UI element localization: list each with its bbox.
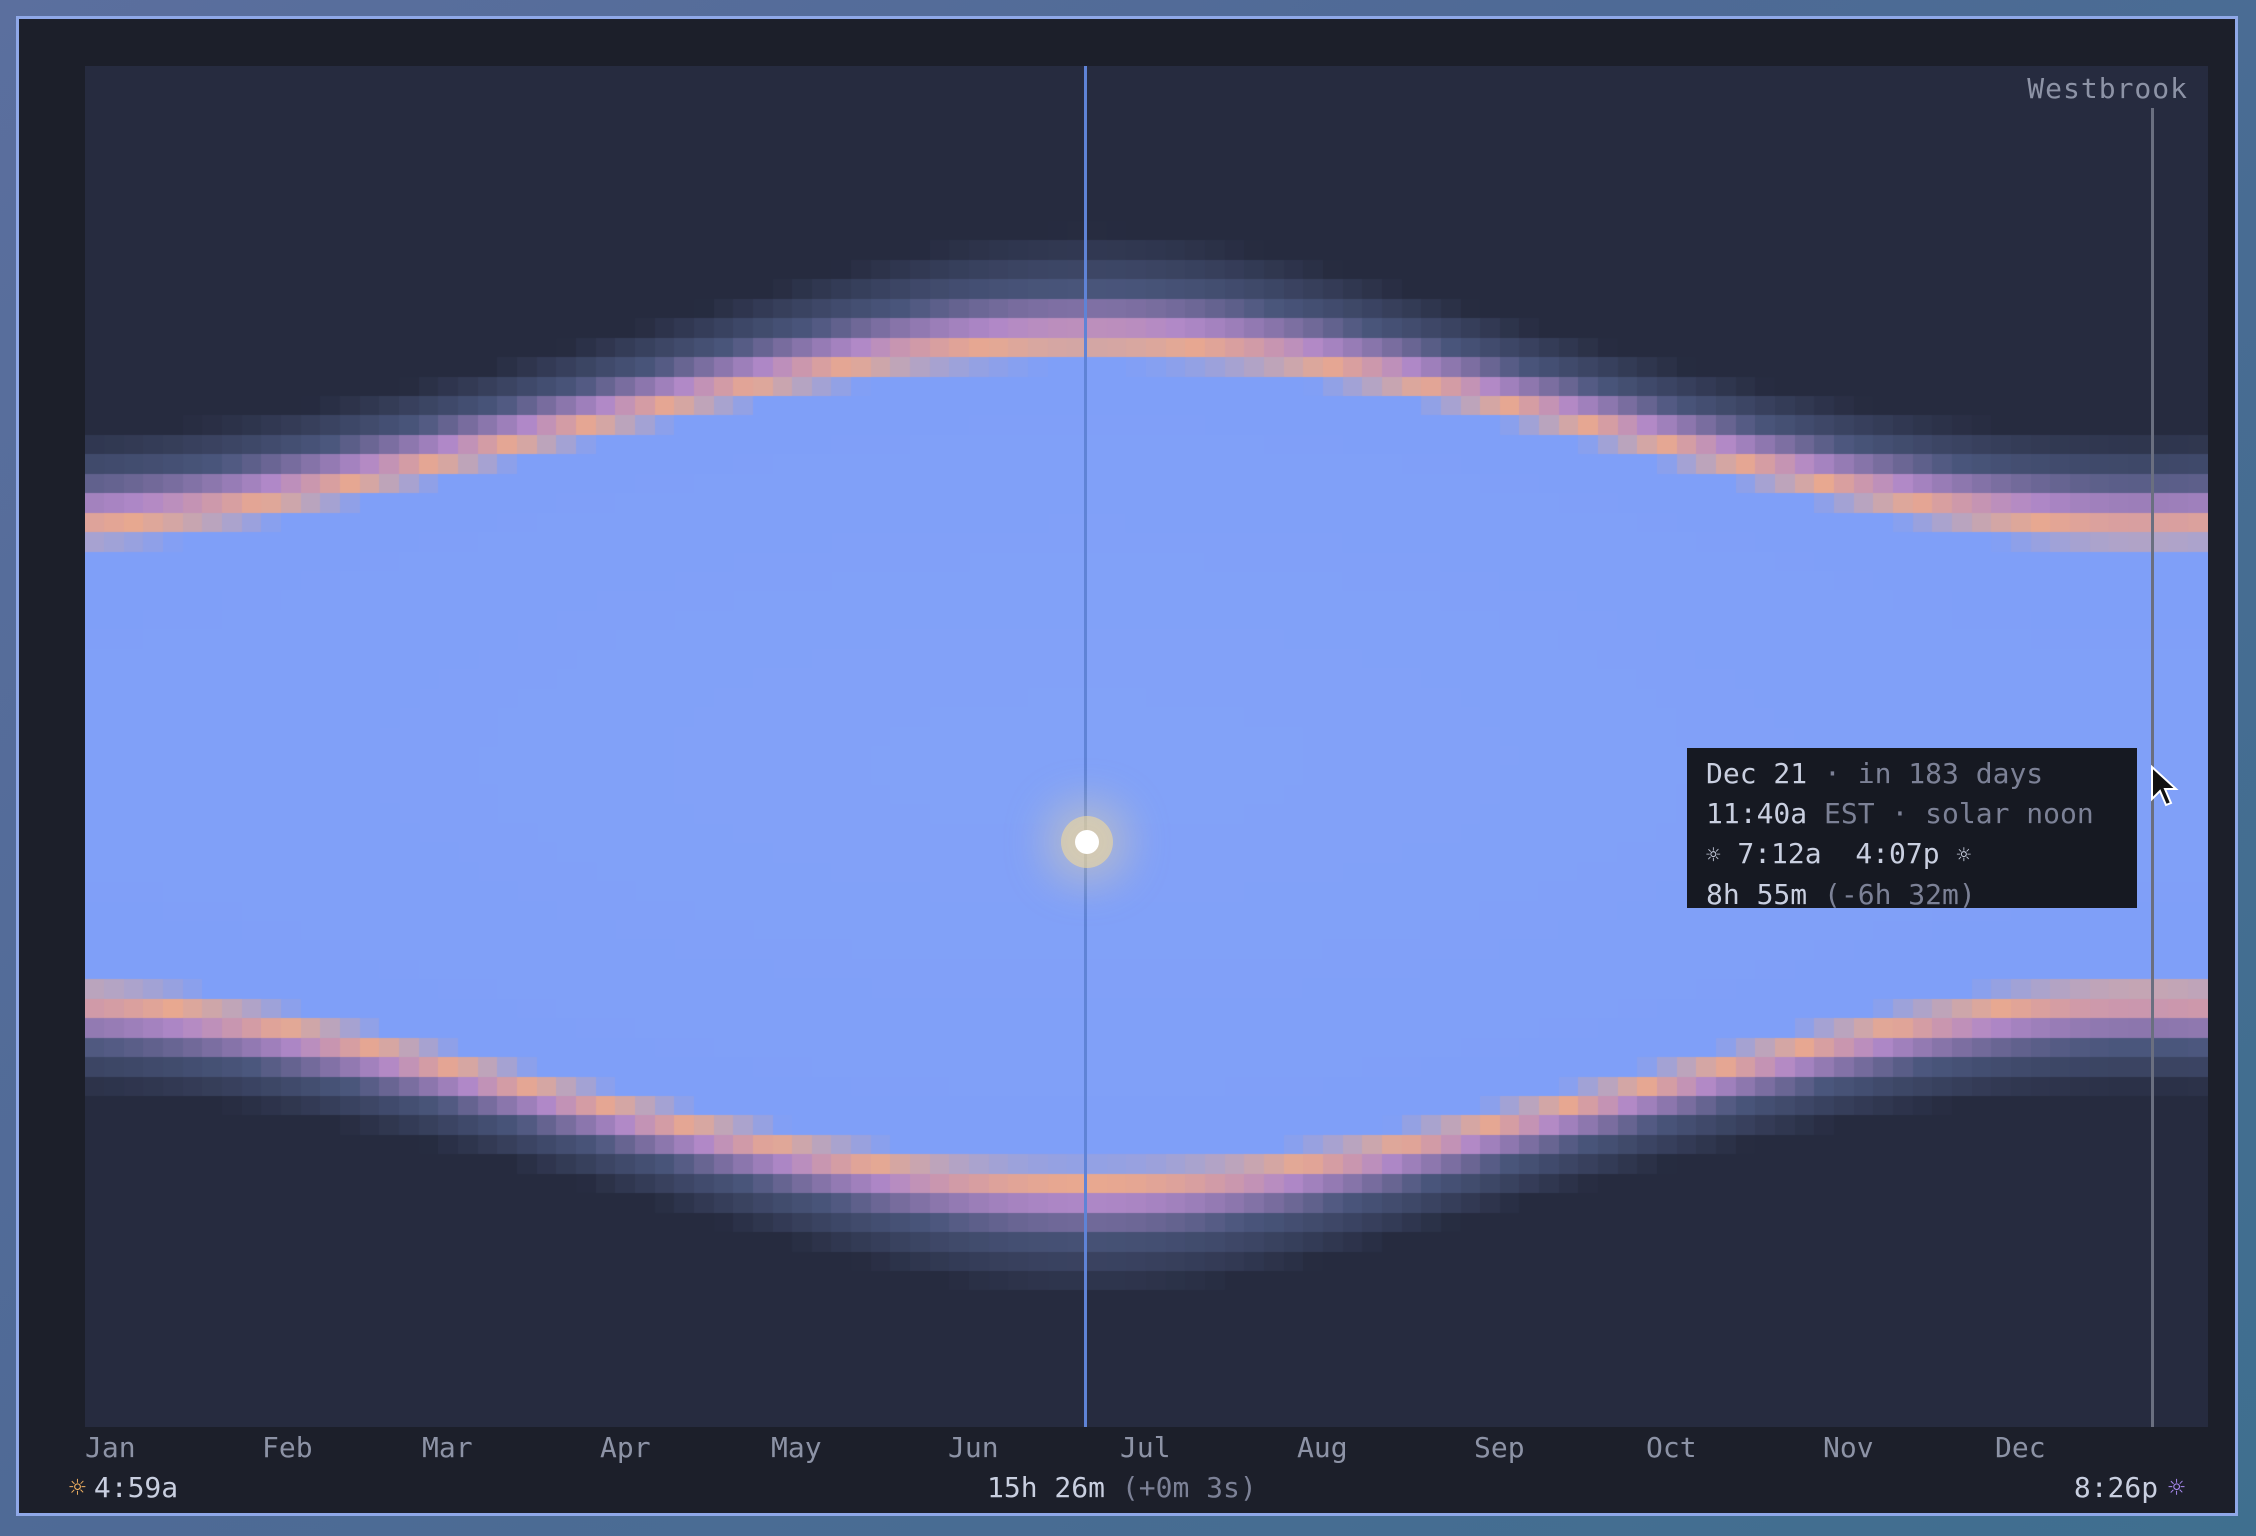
month-label: May (771, 1431, 822, 1464)
today-day-length: 15h 26m (+0m 3s) (987, 1471, 1257, 1504)
today-sunset-time: 8:26p (2073, 1471, 2159, 1504)
month-axis: Jan Feb Mar Apr May Jun Jul Aug Sep Oct Nov Dec (85, 1431, 2208, 1467)
month-label: Jul (1120, 1431, 1171, 1464)
today-sunrise-time: 4:59a (93, 1471, 179, 1504)
tooltip-noon-row: 11:40a EST · solar noon (1706, 794, 2137, 834)
month-label: Feb (262, 1431, 313, 1464)
tooltip-relative: · in 183 days (1824, 757, 2044, 790)
tooltip-sun-row: ☼ 7:12a 4:07p ☼ (1706, 834, 2137, 875)
month-label: Aug (1297, 1431, 1348, 1464)
month-label: Dec (1995, 1431, 2046, 1464)
sunrise-icon: ☼ (69, 1471, 86, 1504)
location-label: Westbrook (2027, 72, 2188, 105)
sun-position-icon (1075, 830, 1099, 854)
daylight-plot[interactable]: Westbrook (85, 66, 2208, 1427)
tooltip-date: Dec 21 (1706, 757, 1808, 790)
month-label: Apr (600, 1431, 651, 1464)
tooltip-date-row: Dec 21 · in 183 days (1706, 754, 2137, 794)
daylight-heatmap[interactable] (85, 66, 2208, 1427)
tooltip-noon-time: 11:40a (1706, 797, 1808, 830)
sunset-icon: ☼ (2168, 1471, 2185, 1504)
sunrise-icon: ☼ (1706, 841, 1721, 869)
tooltip-sunrise: 7:12a (1737, 837, 1822, 870)
month-label: Nov (1823, 1431, 1874, 1464)
today-sunset: 8:26p ☼ (2074, 1471, 2185, 1504)
today-day-length-value: 15h 26m (987, 1471, 1106, 1504)
tooltip-day-length: 8h 55m (1706, 878, 1808, 911)
month-label: Sep (1474, 1431, 1525, 1464)
month-label: Oct (1646, 1431, 1697, 1464)
tooltip-noon-suffix: EST · solar noon (1824, 797, 2094, 830)
hover-tooltip: Dec 21 · in 183 days 11:40a EST · solar … (1687, 748, 2137, 911)
tooltip-sunset: 4:07p (1855, 837, 1940, 870)
month-label: Mar (422, 1431, 473, 1464)
today-marker-line (1084, 66, 1087, 1427)
mouse-pointer-icon (2151, 765, 2179, 807)
month-label: Jun (948, 1431, 999, 1464)
app-window: Westbrook Dec 21 · in 183 days 11:40a ES… (16, 16, 2238, 1516)
status-footer: ☼ 4:59a 15h 26m (+0m 3s) 8:26p ☼ (19, 1471, 2235, 1511)
today-day-length-delta: (+0m 3s) (1121, 1471, 1257, 1504)
sunset-icon: ☼ (1956, 841, 1971, 869)
tooltip-length-row: 8h 55m (-6h 32m) (1706, 875, 2137, 915)
tooltip-delta: (-6h 32m) (1824, 878, 1976, 911)
month-label: Jan (85, 1431, 136, 1464)
today-sunrise: ☼ 4:59a (69, 1471, 178, 1504)
